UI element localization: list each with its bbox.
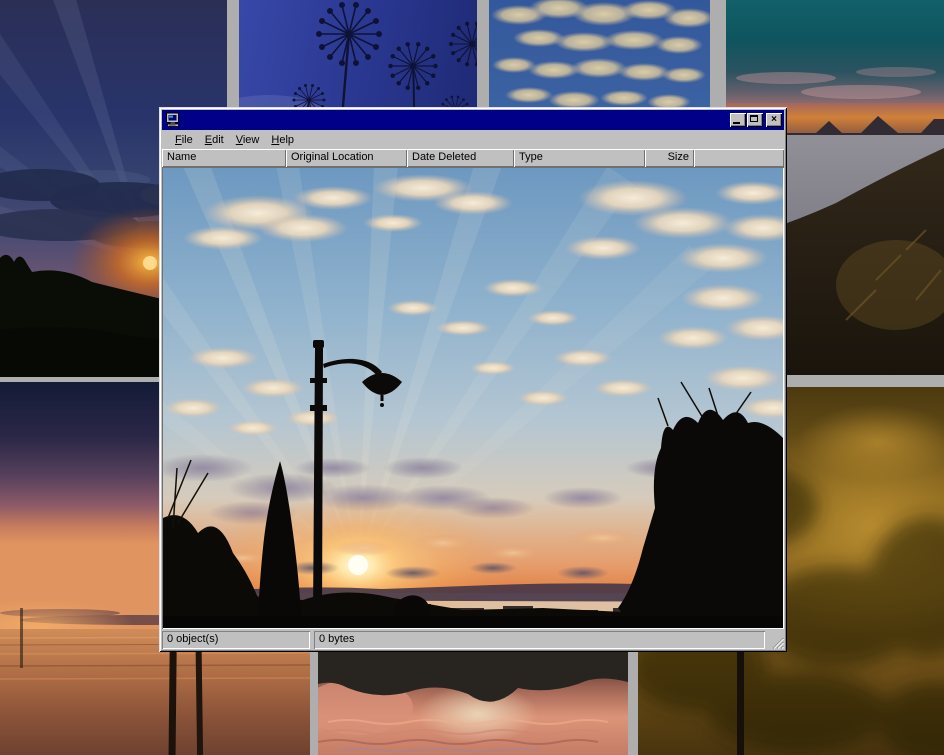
column-header-size[interactable]: Size [645,149,694,167]
recycle-bin-window: × File Edit View Help Name Original Loca… [159,107,787,652]
status-bar: 0 object(s) 0 bytes [162,631,784,649]
photo-lamppost-sunset [163,168,783,628]
column-header-blank[interactable] [694,149,784,167]
minimize-icon [733,122,740,124]
file-list-area[interactable] [162,167,784,629]
status-bytes: 0 bytes [314,631,765,649]
menu-item-edit[interactable]: Edit [199,132,230,148]
column-header-type[interactable]: Type [514,149,645,167]
close-icon: × [771,115,777,125]
maximize-button[interactable] [747,113,763,127]
desktop: { "colors": { "titlebar_blue": "#000089"… [0,0,944,755]
maximize-icon [750,115,758,122]
close-button[interactable]: × [766,113,782,127]
menu-item-view[interactable]: View [230,132,266,148]
window-titlebar[interactable]: × [162,110,784,130]
status-objects: 0 object(s) [162,631,310,649]
column-header-date-deleted[interactable]: Date Deleted [407,149,514,167]
menu-bar: File Edit View Help [162,130,784,149]
computer-icon [165,112,181,128]
column-header-original-location[interactable]: Original Location [286,149,407,167]
column-header-row: Name Original Location Date Deleted Type… [162,149,784,167]
menu-item-help[interactable]: Help [265,132,300,148]
minimize-button[interactable] [730,113,746,127]
resize-grip-icon[interactable] [771,636,784,649]
column-header-name[interactable]: Name [162,149,286,167]
menu-item-file[interactable]: File [169,132,199,148]
